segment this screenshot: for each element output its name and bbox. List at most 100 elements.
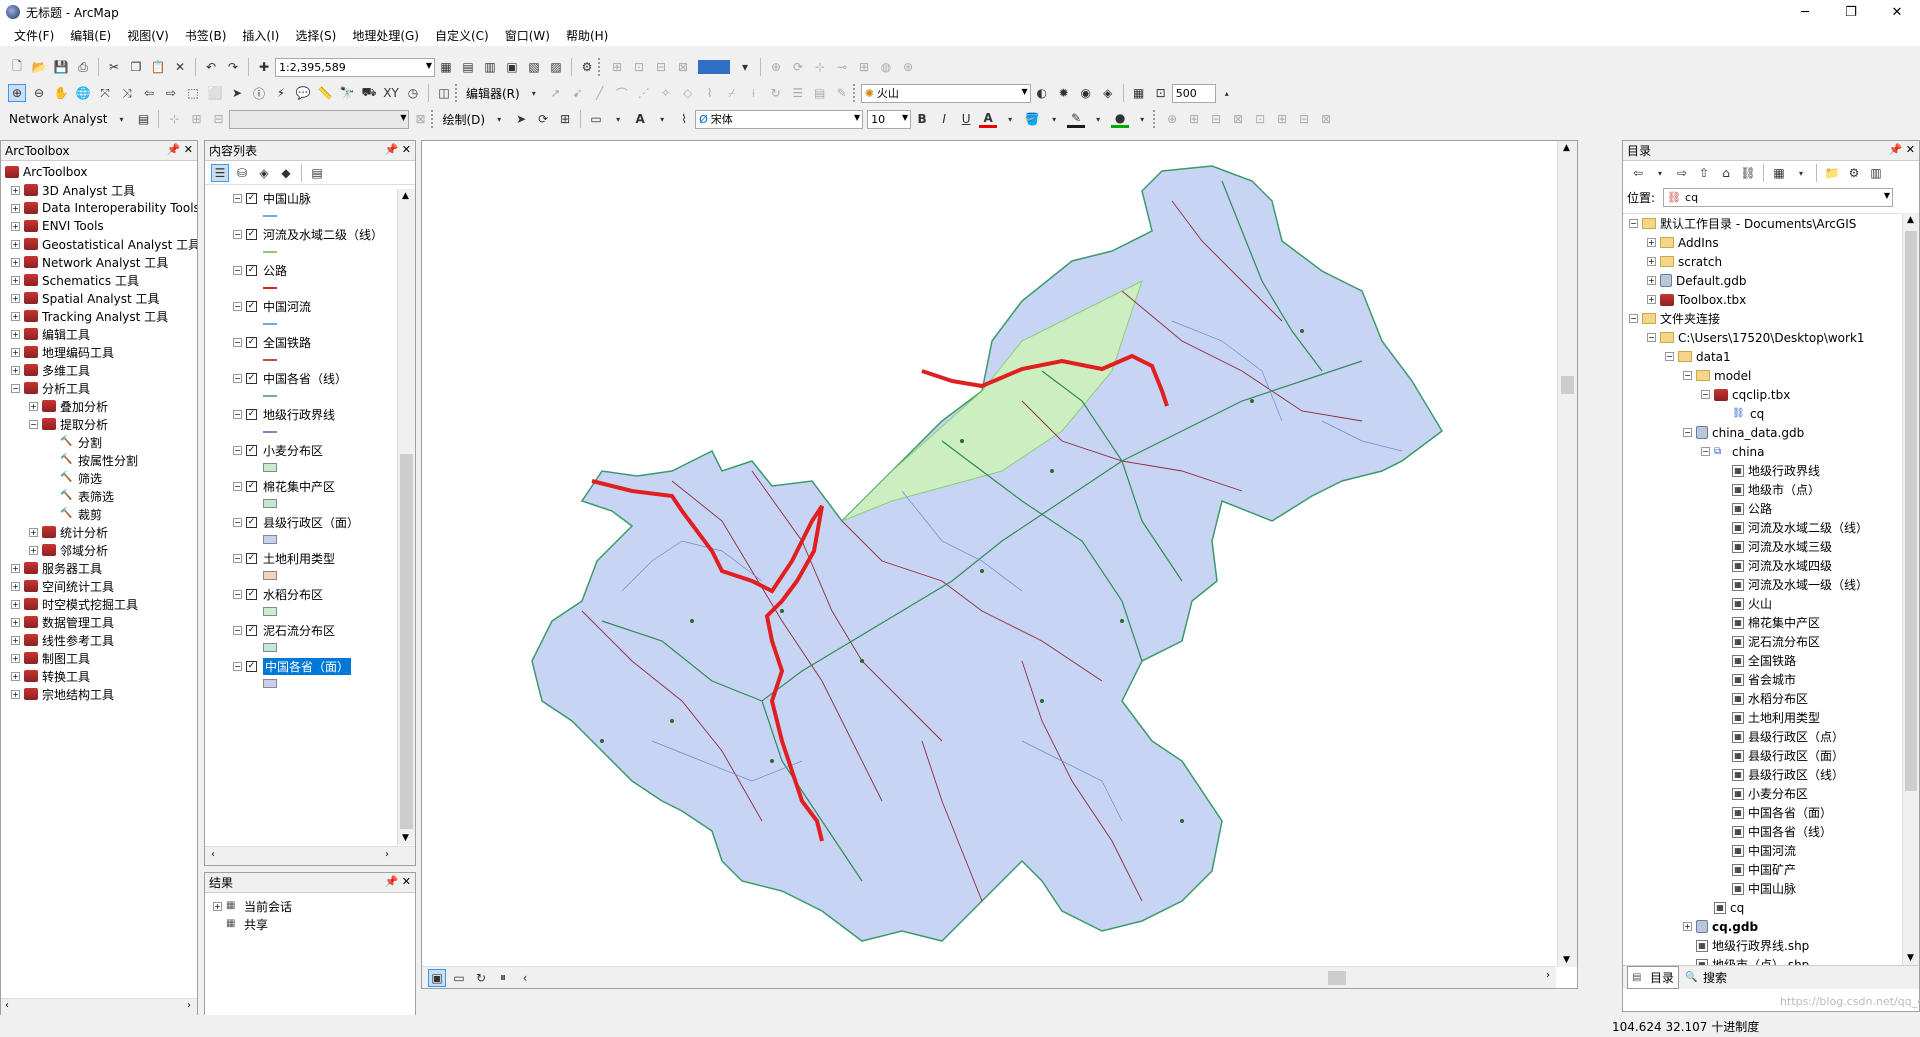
layer-symbol-swatch[interactable] [263,431,277,433]
layer-symbol-swatch[interactable] [263,215,277,217]
zoom-to-element-icon[interactable]: ⊞ [556,110,574,128]
layer-symbol-swatch[interactable] [263,607,277,616]
menu-view[interactable]: 视图(V) [119,27,177,44]
select-features-icon[interactable]: ⬚ [184,84,202,102]
expand-toggle-icon[interactable]: + [1683,922,1692,931]
expand-toggle-icon[interactable]: + [1647,257,1656,266]
snapping-icon[interactable]: ⊡ [630,58,648,76]
hyperlink-icon[interactable]: ⚡ [272,84,290,102]
contrast-icon[interactable]: ◈ [1099,84,1117,102]
toc-layer[interactable]: − ✓ 全国铁路 [205,333,395,369]
grid-icon[interactable]: ⊟ [652,58,670,76]
create-features-icon[interactable]: ✎ [833,84,851,102]
edit-vertices-draw-icon[interactable]: ⌇ [675,110,693,128]
toc-layer[interactable]: − ✓ 公路 [205,261,395,297]
menu-selection[interactable]: 选择(S) [287,27,344,44]
layer-symbol-swatch[interactable] [263,463,277,472]
catalog-item[interactable]: ▦ 泥石流分布区 [1623,632,1901,651]
na-window-icon[interactable]: ▤ [134,110,152,128]
toolbox-item[interactable]: + 多维工具 [1,361,197,379]
layer-visibility-checkbox[interactable]: ✓ [246,192,257,204]
catalog-item[interactable]: ▦ 地级市（点） [1623,480,1901,499]
expand-toggle-icon[interactable]: + [11,221,20,231]
draw-menu[interactable]: 绘制(D) [439,111,488,128]
toc-scroll-thumb[interactable] [400,454,413,829]
catalog-view-icon[interactable]: ▦ [1770,164,1788,182]
delete-icon[interactable]: ✕ [171,58,189,76]
catalog-item[interactable]: − ⧉ china [1623,442,1901,461]
toc-pin-close[interactable]: 📌 ✕ [385,143,411,156]
layer-name[interactable]: 中国各省（线） [263,370,347,387]
fixed-zoom-out-icon[interactable]: ⤨ [118,84,136,102]
layer-symbol-swatch[interactable] [263,643,277,652]
layer-name[interactable]: 小麦分布区 [263,442,323,459]
expand-toggle-icon[interactable]: + [1647,295,1656,304]
collapse-toggle-icon[interactable]: − [233,337,242,347]
toc-layer[interactable]: − ✓ 中国山脉 [205,189,395,225]
layer-name[interactable]: 县级行政区（面） [263,514,359,531]
list-by-selection-icon[interactable]: ◆ [277,164,295,182]
toolbox-item[interactable]: + 数据管理工具 [1,613,197,631]
menu-insert[interactable]: 插入(I) [234,27,287,44]
editor-dropdown-icon[interactable]: ▾ [525,84,543,102]
collapse-toggle-icon[interactable]: − [233,193,242,203]
tab-catalog[interactable]: ▤ 目录 [1627,966,1680,989]
layer-name[interactable]: 中国各省（面） [263,657,352,675]
expand-toggle-icon[interactable]: + [11,347,20,357]
catalog-item[interactable]: ▦ 水稻分布区 [1623,689,1901,708]
catalog-item[interactable]: ▦ 中国山脉 [1623,879,1901,898]
underline-button[interactable]: U [957,110,975,128]
clear-selection-icon[interactable]: ⬜ [206,84,224,102]
fill-color-icon[interactable]: 🪣 [1023,110,1041,128]
add-data-icon[interactable]: ✚ [255,58,273,76]
collapse-toggle-icon[interactable]: − [233,229,242,239]
sketch-props-icon[interactable]: ▤ [811,84,829,102]
expand-toggle-icon[interactable]: + [11,365,20,375]
fill-color-dropdown-icon[interactable]: ▾ [1045,110,1063,128]
layer-name[interactable]: 泥石流分布区 [263,622,335,639]
na-build-icon[interactable]: ⊠ [411,110,429,128]
select-elements-icon[interactable]: ➤ [228,84,246,102]
toc-layer[interactable]: − ✓ 河流及水域二级（线） [205,225,395,261]
map-vscroll-thumb[interactable] [1561,376,1574,394]
line-color-icon[interactable]: ✎ [1067,110,1086,128]
catalog-connect-icon[interactable]: ⛓ [1739,164,1757,182]
refresh-icon[interactable]: ↻ [472,969,490,987]
catalog-item[interactable]: − C:\Users\17520\Desktop\work1 [1623,328,1901,347]
catalog-item[interactable]: + Default.gdb [1623,271,1901,290]
toc-scroll-right-icon[interactable]: › [385,849,389,860]
text-icon[interactable]: A [631,110,649,128]
find-route-icon[interactable]: ⛟ [360,84,378,102]
table-icon[interactable]: ⊞ [855,58,873,76]
catalog-new-folder-icon[interactable]: 📁 [1823,164,1841,182]
catalog-item[interactable]: ▦ 土地利用类型 [1623,708,1901,727]
layer-visibility-checkbox[interactable]: ✓ [246,552,257,564]
toolbox-item[interactable]: + Network Analyst 工具 [1,253,197,271]
catalog-item[interactable]: ▦ 火山 [1623,594,1901,613]
rectangle-icon[interactable]: ▭ [587,110,605,128]
catalog-back-dropdown-icon[interactable]: ▾ [1651,164,1669,182]
catalog-item[interactable]: ⛓ cq [1623,404,1901,423]
expand-toggle-icon[interactable]: − [11,383,20,393]
expand-toggle-icon[interactable]: − [1683,371,1692,380]
layer-name[interactable]: 中国河流 [263,298,311,315]
rectangle-dropdown-icon[interactable]: ▾ [609,110,627,128]
toolbox-item[interactable]: + 线性参考工具 [1,631,197,649]
collapse-toggle-icon[interactable]: − [233,625,242,635]
print-icon[interactable]: ⎙ [74,58,92,76]
catalog-item[interactable]: ▦ 省会城市 [1623,670,1901,689]
layout-view-icon[interactable]: ▭ [450,969,468,987]
catalog-item[interactable]: − china_data.gdb [1623,423,1901,442]
flicker-icon[interactable]: ✹ [1055,84,1073,102]
transparency-icon[interactable]: ◉ [1077,84,1095,102]
line-color-dropdown-icon[interactable]: ▾ [1089,110,1107,128]
list-by-source-icon[interactable]: ⛁ [233,164,251,182]
catalog-back-icon[interactable]: ⇦ [1629,164,1647,182]
catalog-item[interactable]: ▦ 中国各省（线） [1623,822,1901,841]
measure-icon[interactable]: ⊹ [811,58,829,76]
expand-toggle-icon[interactable]: + [11,311,20,321]
toc-window-icon[interactable]: ▤ [459,58,477,76]
identify-icon[interactable]: ⓘ [250,84,268,102]
close-button[interactable]: ✕ [1874,0,1920,24]
map-scroll-right-icon[interactable]: › [1546,970,1550,981]
